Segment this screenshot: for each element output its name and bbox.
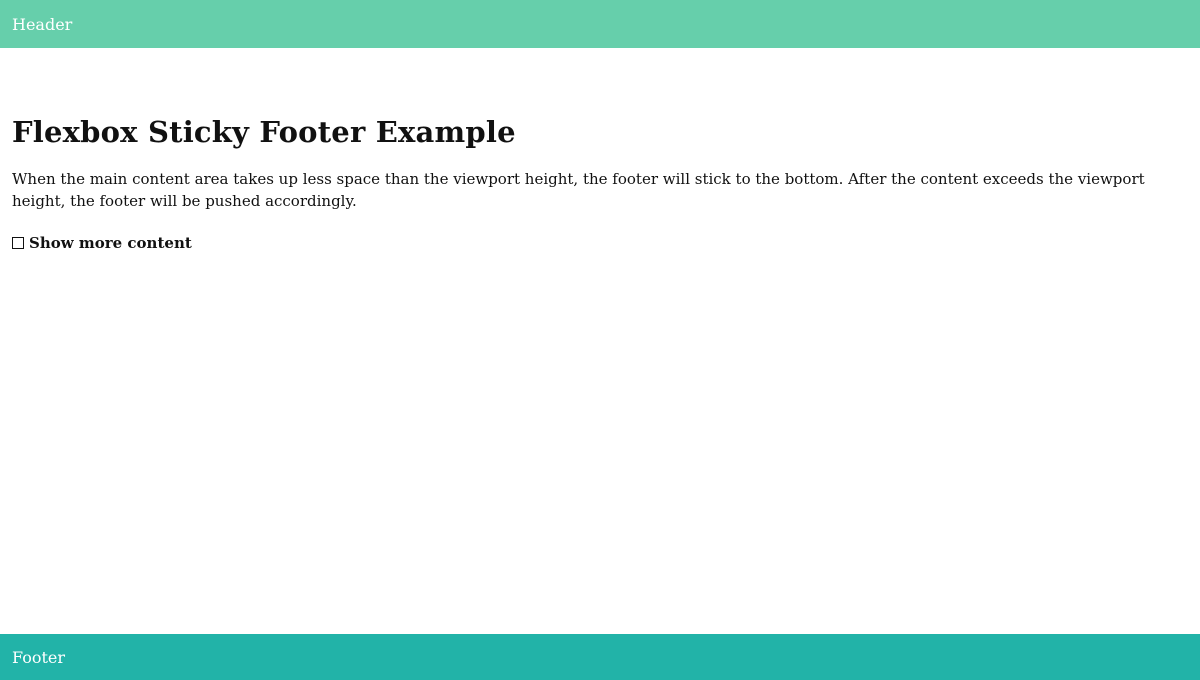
footer-label: Footer [12, 647, 66, 667]
show-more-toggle[interactable]: Show more content [12, 234, 192, 252]
header-label: Header [12, 14, 73, 34]
description-paragraph: When the main content area takes up less… [12, 170, 1145, 210]
main-content: Flexbox Sticky Footer Example When the m… [0, 48, 1200, 634]
show-more-checkbox[interactable] [12, 237, 24, 249]
show-more-label[interactable]: Show more content [29, 234, 192, 252]
page-footer: Footer [0, 634, 1200, 680]
page-title: Flexbox Sticky Footer Example [12, 115, 516, 149]
page-header: Header [0, 0, 1200, 48]
